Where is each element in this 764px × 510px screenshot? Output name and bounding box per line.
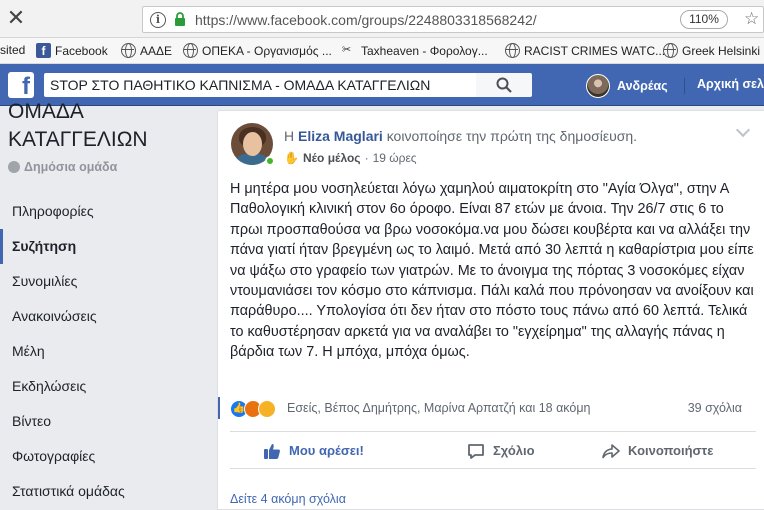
bookmark-star-icon[interactable]: ☆: [744, 9, 759, 29]
url-text: https://www.facebook.com/groups/22488033…: [195, 12, 537, 28]
search-input[interactable]: STOP ΣΤΟ ΠΑΘΗΤΙΚΟ ΚΑΠΝΙΣΜΑ - ΟΜΑΔΑ ΚΑΤΑΓ…: [44, 73, 476, 97]
facebook-logo-icon[interactable]: f: [8, 72, 34, 98]
bookmark-item[interactable]: f Facebook: [36, 43, 108, 58]
sidebar-item-events[interactable]: Εκδηλώσεις: [0, 369, 205, 404]
globe-icon: [505, 43, 520, 58]
lock-icon: [175, 12, 185, 26]
post-meta: ✋ Νέο μέλος · 19 ώρες: [284, 151, 417, 165]
globe-icon: [121, 43, 136, 58]
group-nav: Πληροφορίες Συζήτηση Συνομιλίες Ανακοινώ…: [0, 194, 205, 509]
bookmark-item[interactable]: ΟΠΕΚΑ - Οργανισμός ...: [183, 43, 332, 58]
new-member-badge: Νέο μέλος: [302, 151, 361, 165]
reactions-summary: 👍 Εσείς, Βέπος Δημήτρης, Μαρίνα Αρπατζή …: [218, 397, 756, 419]
sidebar-item-about[interactable]: Πληροφορίες: [0, 194, 205, 229]
post-text: Η μητέρα μου νοσηλεύεται λόγω χαμηλού αι…: [230, 181, 754, 361]
sad-reaction-icon: [258, 400, 276, 418]
bookmark-item[interactable]: RACIST CRIMES WATC...: [505, 43, 665, 58]
search-button[interactable]: [476, 73, 532, 97]
group-privacy: Δημόσια ομάδα: [8, 160, 117, 174]
comment-icon: [468, 444, 484, 459]
profile-link[interactable]: Ανδρέας: [586, 74, 668, 98]
search-icon: [496, 77, 512, 93]
share-icon: [602, 444, 620, 459]
share-button[interactable]: Κοινοποιήστε: [602, 432, 713, 470]
like-button[interactable]: Μου αρέσει!: [263, 432, 364, 470]
avatar: [586, 74, 610, 98]
info-icon[interactable]: i: [150, 12, 166, 28]
post-actions: Μου αρέσει! Σχόλιο Κοινοποιήστε: [230, 431, 756, 469]
wave-hand-icon: ✋: [284, 151, 299, 165]
bookmark-item[interactable]: ✂ Taxheaven - Φορολογ...: [342, 43, 488, 58]
browser-address-bar: ✕ i https://www.facebook.com/groups/2248…: [0, 0, 764, 38]
bookmark-item[interactable]: ΑΑΔΕ: [121, 43, 172, 58]
reaction-icons[interactable]: 👍: [230, 400, 276, 418]
globe-icon: [183, 43, 198, 58]
online-status-dot: [265, 156, 275, 166]
comments-count[interactable]: 39 σχόλια: [688, 401, 742, 415]
group-title[interactable]: ΟΜΑΔΑ ΚΑΤΑΓΓΕΛΙΩΝ: [8, 98, 208, 154]
post-header: Η Eliza Maglari κοινοποίησε την πρώτη τη…: [284, 128, 638, 144]
sidebar-item-insights[interactable]: Στατιστικά ομάδας: [0, 474, 205, 509]
sidebar-item-members[interactable]: Μέλη: [0, 334, 205, 369]
bookmark-item[interactable]: sited: [0, 43, 25, 57]
author-name[interactable]: Eliza Maglari: [298, 128, 383, 144]
view-more-comments-link[interactable]: Δείτε 4 ακόμη σχόλια: [230, 492, 346, 506]
reactions-text[interactable]: Εσείς, Βέπος Δημήτρης, Μαρίνα Αρπατζή κα…: [287, 401, 591, 415]
divider: [684, 78, 685, 94]
chevron-down-icon[interactable]: [735, 122, 751, 138]
thumbs-up-icon: [264, 444, 280, 459]
post-card: Η Eliza Maglari κοινοποίησε την πρώτη τη…: [217, 110, 764, 510]
bookmarks-bar: sited f Facebook ΑΑΔΕ ΟΠΕΚΑ - Οργανισμός…: [0, 38, 764, 64]
home-link[interactable]: Αρχική σελ: [697, 77, 764, 91]
globe-icon: [8, 161, 20, 173]
sidebar-item-announcements[interactable]: Ανακοινώσεις: [0, 299, 205, 334]
globe-icon: [663, 43, 678, 58]
comment-button[interactable]: Σχόλιο: [467, 432, 535, 470]
sidebar-item-photos[interactable]: Φωτογραφίες: [0, 439, 205, 474]
sidebar-item-chats[interactable]: Συνομιλίες: [0, 264, 205, 299]
sidebar-item-videos[interactable]: Βίντεο: [0, 404, 205, 439]
divider: [218, 397, 220, 419]
zoom-indicator[interactable]: 110%: [680, 10, 728, 29]
bookmark-item[interactable]: Greek Helsinki M: [663, 43, 764, 58]
close-icon[interactable]: ✕: [6, 7, 26, 29]
sidebar-item-discussion[interactable]: Συζήτηση: [0, 229, 205, 264]
url-field[interactable]: i https://www.facebook.com/groups/224880…: [142, 6, 764, 33]
post-timestamp[interactable]: 19 ώρες: [373, 151, 417, 165]
taxheaven-icon: ✂: [342, 44, 352, 56]
facebook-icon: f: [36, 43, 51, 58]
